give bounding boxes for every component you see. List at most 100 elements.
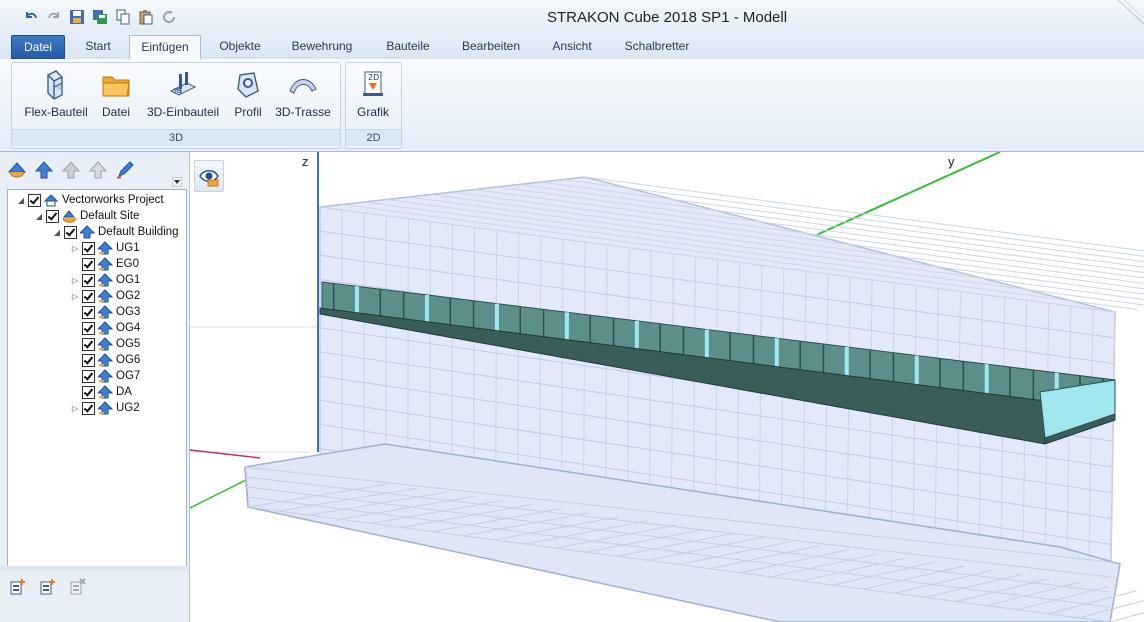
level-up-icon[interactable] [33,159,55,181]
edit-pen-icon[interactable] [114,159,136,181]
checkbox[interactable] [82,321,95,335]
flex-component-icon [40,69,72,101]
story-icon [98,257,113,271]
tree-label: OG5 [116,338,141,350]
tree-node-story[interactable]: ▷ UG1 [70,240,140,256]
checkbox[interactable] [28,193,41,207]
3d-viewport[interactable]: z y [190,152,1144,622]
checkbox[interactable] [82,305,95,319]
view-visibility-button[interactable] [194,160,224,192]
checkbox[interactable] [82,369,95,383]
story-icon [98,337,113,351]
tab-datei[interactable]: Datei [11,35,65,59]
tab-schalbretter[interactable]: Schalbretter [612,35,702,57]
expand-icon[interactable]: ▷ [70,404,80,413]
tab-start[interactable]: Start [72,35,124,57]
checkbox[interactable] [82,289,95,303]
add-sublayer-icon[interactable] [38,577,58,597]
tab-objekte[interactable]: Objekte [208,35,272,57]
embedded-part-icon: 3D [167,69,199,101]
collapse-icon[interactable]: ◢ [52,228,62,237]
expand-icon[interactable]: ▷ [70,276,80,285]
x-axis-line [190,449,261,459]
ribbon-panel: Flex-Bauteil Datei 3D 3D-Einbauteil Prof… [0,59,1144,152]
3d-einbauteil-button[interactable]: 3D 3D-Einbauteil [142,67,224,123]
checkbox[interactable] [82,257,95,271]
story-icon [98,353,113,367]
ribbon-group-3d: Flex-Bauteil Datei 3D 3D-Einbauteil Prof… [11,62,341,149]
tree-label: OG4 [116,322,141,334]
profil-label: Profil [234,105,262,119]
grafik-button[interactable]: 2D Grafik [352,67,394,123]
tree-label: OG6 [116,354,141,366]
collapse-icon[interactable]: ◢ [34,212,44,221]
site-icon [62,210,77,223]
chevron-down-icon[interactable] [171,176,183,190]
collapse-icon[interactable]: ◢ [16,196,26,205]
ribbon-group-2d: 2D Grafik 2D [345,62,402,149]
tree-node-story[interactable]: OG4 [70,320,140,336]
tree-node-story[interactable]: EG0 [70,256,139,272]
tree-node-story[interactable]: ▷ OG2 [70,288,140,304]
tree-bottom-toolbar [8,577,88,597]
checkbox[interactable] [64,225,77,239]
tree-toolbar [6,157,183,188]
flex-bauteil-label: Flex-Bauteil [24,105,88,119]
checkbox[interactable] [82,337,95,351]
tree-label: OG7 [116,370,141,382]
tree-node-project[interactable]: ◢ Vectorworks Project [16,192,164,208]
folder-icon [100,69,132,101]
tree-label: Vectorworks Project [62,194,164,206]
add-layer-icon[interactable] [8,577,28,597]
checkbox[interactable] [46,209,59,223]
flex-bauteil-button[interactable]: Flex-Bauteil [20,67,92,123]
tree-label: EG0 [116,258,140,270]
story-icon [98,385,113,399]
panel-splitter[interactable] [0,566,189,571]
checkbox[interactable] [82,273,95,287]
profil-button[interactable]: Profil [228,67,268,123]
tree-node-story[interactable]: OG7 [70,368,140,384]
tree-node-story[interactable]: ▷ UG2 [70,400,140,416]
eye-icon [199,170,219,187]
tree-node-story[interactable]: OG5 [70,336,140,352]
tab-einfuegen[interactable]: Einfügen [129,35,201,60]
datei-button[interactable]: Datei [96,67,136,123]
tab-bewehrung[interactable]: Bewehrung [279,35,365,57]
tree-label: DA [116,386,132,398]
datei-label: Datei [101,105,130,119]
tree-node-story[interactable]: DA [70,384,132,400]
tab-bearbeiten[interactable]: Bearbeiten [452,35,530,57]
axis-label-z: z [302,154,309,169]
3d-model-scene[interactable] [190,152,1144,622]
tree-label: OG3 [116,306,141,318]
story-icon [98,305,113,319]
checkbox[interactable] [82,241,95,255]
expand-icon[interactable]: ▷ [70,244,80,253]
title-bar: STRAKON Cube 2018 SP1 - Modell [0,0,1144,34]
arrow-up-outline-icon[interactable] [87,159,109,181]
tree-node-story[interactable]: OG6 [70,352,140,368]
tab-ansicht[interactable]: Ansicht [540,35,604,57]
tree-label: Default Building [98,226,179,238]
tree-node-building[interactable]: ◢ Default Building [52,224,179,240]
tree-label: OG1 [116,274,141,286]
arrow-up-disabled-icon[interactable] [60,159,82,181]
tab-bauteile[interactable]: Bauteile [372,35,444,57]
tree-node-story[interactable]: OG3 [70,304,140,320]
window-title: STRAKON Cube 2018 SP1 - Modell [546,9,788,26]
tree-label: UG2 [116,402,140,414]
checkbox[interactable] [82,401,95,415]
project-tree-panel: ◢ Vectorworks Project ◢ Default Site ◢ D… [0,152,190,622]
tree-node-story[interactable]: ▷ OG1 [70,272,140,288]
delete-layer-icon[interactable] [68,577,88,597]
project-icon [44,194,59,207]
home-icon[interactable] [6,159,28,181]
3d-trasse-button[interactable]: 3D-Trasse [272,67,334,123]
route-icon [287,69,319,101]
checkbox[interactable] [82,353,95,367]
group-label-3d: 3D [12,129,340,146]
tree-node-site[interactable]: ◢ Default Site [34,208,139,224]
expand-icon[interactable]: ▷ [70,292,80,301]
checkbox[interactable] [82,385,95,399]
